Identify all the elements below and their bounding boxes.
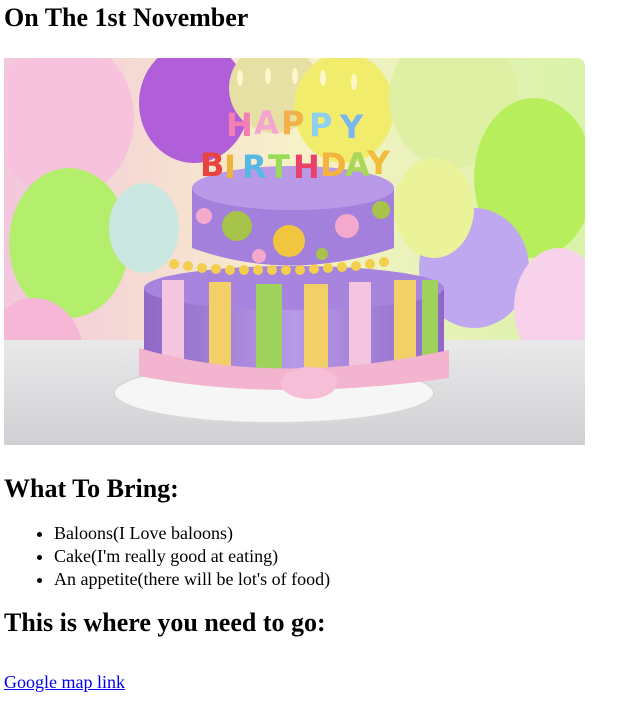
list-item: Cake(I'm really good at eating) (54, 545, 631, 568)
svg-text:B: B (200, 146, 224, 184)
svg-text:P: P (281, 104, 304, 142)
directions-heading: This is where you need to go: (4, 608, 326, 637)
svg-text:H: H (293, 148, 320, 186)
birthday-cake-image: H A P P Y B I R T H D A Y (4, 58, 585, 445)
svg-text:D: D (320, 146, 347, 184)
google-map-link[interactable]: Google map link (4, 671, 125, 693)
svg-text:A: A (254, 104, 279, 142)
bring-list: Baloons(I Love baloons) Cake(I'm really … (4, 522, 631, 591)
list-item: Baloons(I Love baloons) (54, 522, 631, 545)
svg-text:I: I (224, 148, 236, 186)
svg-text:Y: Y (366, 144, 391, 182)
list-item: An appetite(there will be lot's of food) (54, 568, 631, 591)
svg-text:Y: Y (339, 108, 364, 146)
page: On The 1st November H A P P Y B I R T H … (0, 0, 635, 693)
what-to-bring-heading: What To Bring: (4, 474, 179, 503)
page-title: On The 1st November (4, 3, 249, 32)
svg-text:H: H (226, 106, 253, 144)
svg-text:P: P (309, 106, 332, 144)
svg-text:T: T (268, 148, 290, 186)
svg-text:R: R (242, 148, 267, 186)
